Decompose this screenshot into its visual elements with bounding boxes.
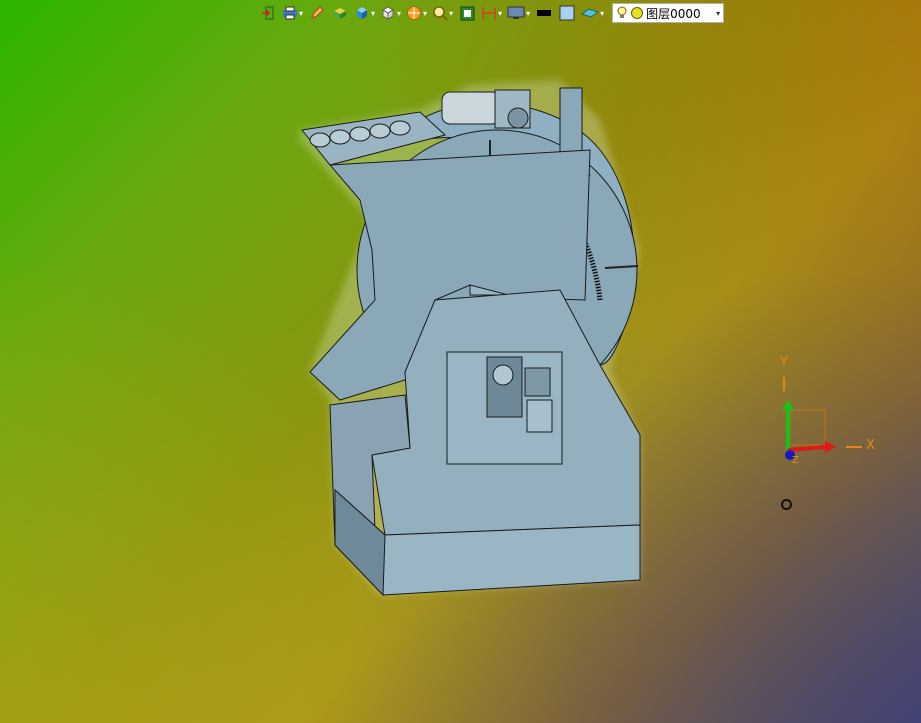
axis-triad: Y X Z (770, 355, 890, 475)
axis-y-label: Y (780, 355, 788, 370)
axis-z-label: Z (792, 455, 799, 466)
3d-viewport[interactable]: ▾ ▾ ▾ ▾ ▾ ▾ ▾ ▾ 图层0000 ▾ Y X Z (0, 0, 921, 723)
axis-x-label: X (866, 438, 875, 453)
rotation-pivot-icon[interactable] (781, 499, 792, 510)
